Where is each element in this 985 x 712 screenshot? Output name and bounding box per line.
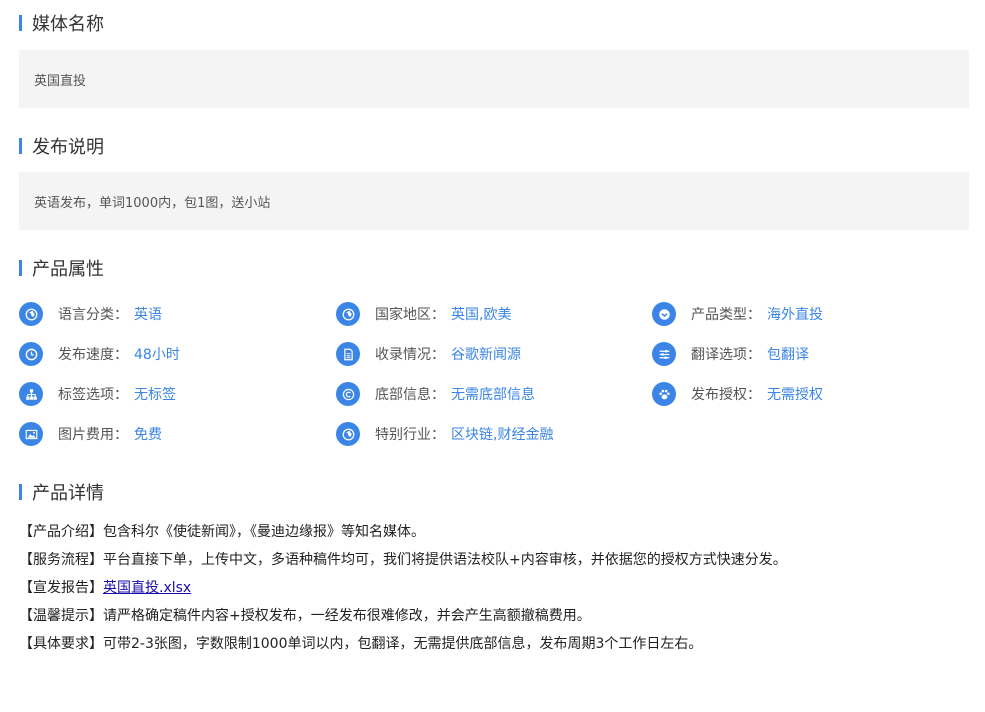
description-value: 英语发布，单词1000内，包1图，送小站: [34, 195, 271, 211]
detail-text: 请严格确定稿件内容+授权发布，一经发布很难修改，并会产生高额撤稿费用。: [103, 608, 591, 624]
attr-label: 特别行业：: [375, 427, 445, 443]
sliders-icon: [652, 342, 676, 366]
attr-label: 国家地区：: [375, 307, 445, 323]
detail-text: 包含科尔《使徒新闻》，《曼迪边缘报》等知名媒体。: [103, 524, 425, 540]
details-title-text: 产品详情: [32, 483, 104, 504]
attr-value: 海外直投: [767, 307, 823, 323]
report-file-link[interactable]: 英国直投.xlsx: [103, 580, 191, 596]
attr-region: 国家地区： 英国,欧美: [336, 302, 511, 326]
detail-tag: 【产品介绍】: [19, 524, 103, 540]
attr-label: 产品类型：: [691, 307, 761, 323]
attr-industry: 特别行业： 区块链,财经金融: [336, 422, 553, 446]
title-bar: [19, 138, 22, 154]
detail-notice: 【温馨提示】请严格确定稿件内容+授权发布，一经发布很难修改，并会产生高额撤稿费用…: [19, 606, 591, 626]
attr-translation: 翻译选项： 包翻译: [652, 342, 809, 366]
attr-speed: 发布速度： 48小时: [19, 342, 180, 366]
attr-value: 无标签: [134, 387, 176, 403]
detail-tag: 【服务流程】: [19, 552, 103, 568]
title-bar: [19, 484, 22, 500]
document-icon: [336, 342, 360, 366]
attributes-title-text: 产品属性: [32, 259, 104, 280]
globe-icon: [336, 302, 360, 326]
attr-value: 48小时: [134, 347, 180, 363]
attr-product-type: 产品类型： 海外直投: [652, 302, 823, 326]
detail-process: 【服务流程】平台直接下单，上传中文，多语种稿件均可，我们将提供语法校队+内容审核…: [19, 550, 787, 570]
attr-value: 无需底部信息: [451, 387, 535, 403]
media-name-value: 英国直投: [34, 73, 87, 89]
attr-indexing: 收录情况： 谷歌新闻源: [336, 342, 521, 366]
detail-tag: 【具体要求】: [19, 636, 103, 652]
attr-value: 区块链,财经金融: [451, 427, 554, 443]
description-title: 发布说明: [19, 134, 104, 158]
detail-tag: 【温馨提示】: [19, 608, 103, 624]
attr-value: 包翻译: [767, 347, 809, 363]
detail-report: 【宣发报告】英国直投.xlsx: [19, 578, 191, 598]
attributes-title: 产品属性: [19, 256, 104, 280]
paw-icon: [652, 382, 676, 406]
description-box: 英语发布，单词1000内，包1图，送小站: [19, 172, 969, 230]
attr-authorization: 发布授权： 无需授权: [652, 382, 823, 406]
detail-text: 平台直接下单，上传中文，多语种稿件均可，我们将提供语法校队+内容审核，并依据您的…: [103, 552, 787, 568]
attr-label: 语言分类：: [58, 307, 128, 323]
attr-footer-info: 底部信息： 无需底部信息: [336, 382, 535, 406]
attr-value: 谷歌新闻源: [451, 347, 521, 363]
attr-label: 标签选项：: [58, 387, 128, 403]
details-title: 产品详情: [19, 480, 104, 504]
globe-icon: [336, 422, 360, 446]
chevron-down-icon: [652, 302, 676, 326]
attr-label: 底部信息：: [375, 387, 445, 403]
attr-label: 翻译选项：: [691, 347, 761, 363]
detail-tag: 【宣发报告】: [19, 580, 103, 596]
clock-icon: [19, 342, 43, 366]
sitemap-icon: [19, 382, 43, 406]
detail-requirements: 【具体要求】可带2-3张图，字数限制1000单词以内，包翻译，无需提供底部信息，…: [19, 634, 702, 654]
attr-language: 语言分类： 英语: [19, 302, 162, 326]
media-name-title: 媒体名称: [19, 11, 104, 35]
media-name-title-text: 媒体名称: [32, 14, 104, 35]
globe-icon: [19, 302, 43, 326]
attr-label: 发布速度：: [58, 347, 128, 363]
media-name-box: 英国直投: [19, 50, 969, 108]
copyright-icon: [336, 382, 360, 406]
attr-value: 英国,欧美: [451, 307, 512, 323]
attr-value: 英语: [134, 307, 162, 323]
attr-value: 免费: [134, 427, 162, 443]
image-icon: [19, 422, 43, 446]
detail-text: 可带2-3张图，字数限制1000单词以内，包翻译，无需提供底部信息，发布周期3个…: [103, 636, 703, 652]
title-bar: [19, 260, 22, 276]
attr-label: 图片费用：: [58, 427, 128, 443]
attr-image-fee: 图片费用： 免费: [19, 422, 162, 446]
attr-label: 发布授权：: [691, 387, 761, 403]
detail-intro: 【产品介绍】包含科尔《使徒新闻》，《曼迪边缘报》等知名媒体。: [19, 522, 425, 542]
title-bar: [19, 15, 22, 31]
attr-value: 无需授权: [767, 387, 823, 403]
attr-label: 收录情况：: [375, 347, 445, 363]
attr-tags: 标签选项： 无标签: [19, 382, 176, 406]
description-title-text: 发布说明: [32, 137, 104, 158]
